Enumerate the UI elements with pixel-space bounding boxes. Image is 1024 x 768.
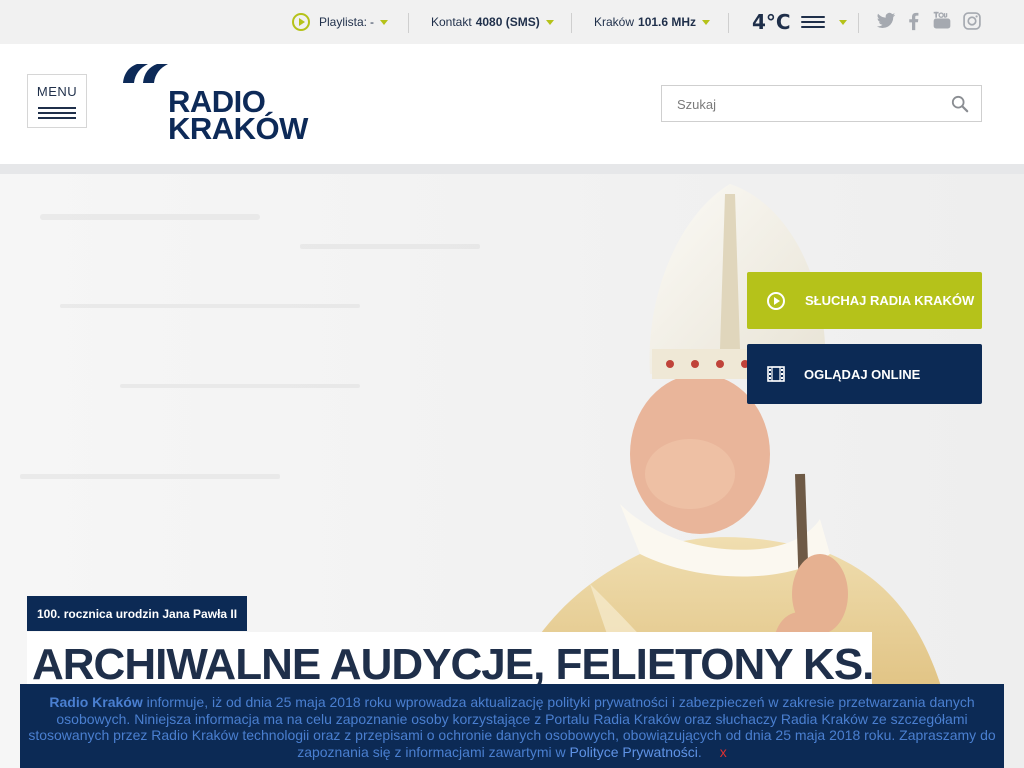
fog-icon [800,16,825,28]
film-icon [767,366,785,382]
header-divider-strip [0,164,1024,174]
playlist-dropdown[interactable]: Playlista: - [292,0,389,44]
youtube-icon[interactable] [932,11,952,31]
privacy-policy-link[interactable]: Polityce Prywatności [570,744,698,760]
privacy-text: informuje, iż od dnia 25 maja 2018 roku … [28,694,996,760]
hamburger-line [38,116,76,119]
divider [571,13,572,33]
contact-value: 4080 (SMS) [475,15,540,29]
privacy-brand: Radio Kraków [49,694,143,710]
top-bar: Playlista: - Kontakt 4080 (SMS) Kraków 1… [0,0,1024,44]
divider [408,13,409,33]
play-icon [292,13,310,31]
headline-box[interactable]: ARCHIWALNE AUDYCJE, FELIETONY KS. [27,632,872,692]
hamburger-line [38,111,76,114]
city-label: Kraków [594,15,635,29]
site-header: MENU RADIO KRAKÓW [0,44,1024,164]
search-box [661,85,982,122]
menu-label: MENU [36,83,78,99]
hamburger-icon [38,106,76,109]
divider [728,13,729,33]
site-logo[interactable]: RADIO KRAKÓW [123,64,323,144]
chevron-down-icon [838,19,847,25]
watch-online-button[interactable]: OGLĄDAJ ONLINE [747,344,982,404]
hero-banner[interactable]: SŁUCHAJ RADIA KRAKÓW OGLĄDAJ ONLINE 100.… [0,174,1024,768]
play-icon [767,291,785,310]
frequency-value: 101.6 MHz [638,15,697,29]
article-headline[interactable]: ARCHIWALNE AUDYCJE, FELIETONY KS. [32,640,872,690]
privacy-text-end: . [697,743,702,760]
chevron-down-icon [380,19,389,25]
listen-label: SŁUCHAJ RADIA KRAKÓW [805,293,975,308]
close-notice-button[interactable]: x [720,744,727,760]
contact-dropdown[interactable]: Kontakt 4080 (SMS) [431,0,554,44]
category-tag[interactable]: 100. rocznica urodzin Jana Pawła II [27,596,248,631]
divider [858,13,859,33]
facebook-icon[interactable] [904,11,924,31]
watch-label: OGLĄDAJ ONLINE [804,366,921,382]
listen-radio-button[interactable]: SŁUCHAJ RADIA KRAKÓW [747,272,982,329]
temperature: 4°C [752,10,791,34]
menu-button[interactable]: MENU [27,74,87,128]
quote-marks-icon [123,64,168,83]
twitter-icon[interactable] [876,11,896,31]
frequency-dropdown[interactable]: Kraków 101.6 MHz [594,0,711,44]
instagram-icon[interactable] [962,11,982,31]
logo-text-krakow: KRAKÓW [168,111,308,146]
privacy-notice: Radio Kraków informuje, iż od dnia 25 ma… [20,684,1004,768]
chevron-down-icon [702,19,711,25]
playlist-label: Playlista: [319,15,368,29]
weather-dropdown[interactable]: 4°C [752,0,847,44]
search-input[interactable] [677,95,927,113]
playlist-value: - [370,15,375,29]
search-icon[interactable] [951,95,969,113]
contact-label: Kontakt [431,15,472,29]
chevron-down-icon [545,19,554,25]
